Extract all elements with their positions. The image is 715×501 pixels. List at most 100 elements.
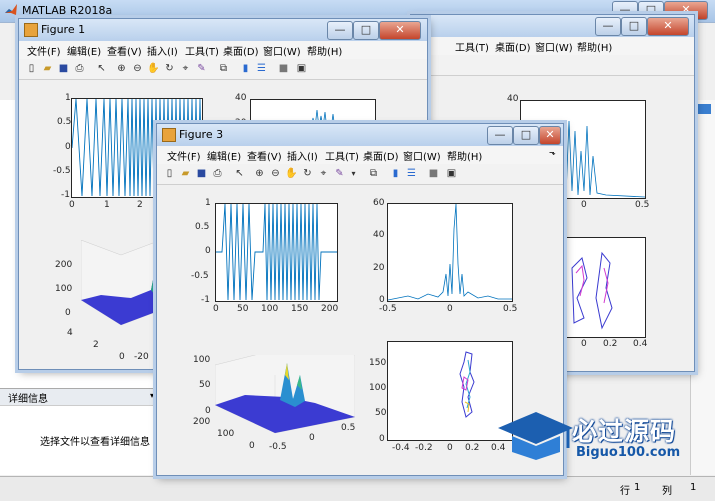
fig1-axes-surface[interactable] xyxy=(81,240,161,330)
brush-icon[interactable]: ✎ xyxy=(195,62,208,75)
details-message: 选择文件以查看详细信息 xyxy=(40,437,150,448)
print-icon[interactable]: ⎙ xyxy=(73,62,86,75)
pointer-icon[interactable]: ↖ xyxy=(95,62,108,75)
fig3-menu-insert[interactable]: 插入(I) xyxy=(287,148,318,163)
fig3-ax4-ytick: 50 xyxy=(375,408,387,418)
fig2-menu-tools[interactable]: 工具(T) xyxy=(455,39,489,54)
figure-3-title: Figure 3 xyxy=(179,128,224,141)
link-plot-icon[interactable]: ⧉ xyxy=(367,167,380,180)
link-plot-icon[interactable]: ⧉ xyxy=(217,62,230,75)
fig1-ytick: 2 xyxy=(93,340,99,350)
fig3-menu-file[interactable]: 文件(F) xyxy=(167,148,201,163)
fig1-menu-desktop[interactable]: 桌面(D) xyxy=(223,43,259,58)
fig3-spectrum-line xyxy=(388,204,512,301)
fig2-menu-desktop[interactable]: 桌面(D) xyxy=(495,39,531,54)
fig2-xtick: 0 xyxy=(581,200,587,210)
fig1-maximize-button[interactable]: □ xyxy=(353,21,379,40)
zoom-in-icon[interactable]: ⊕ xyxy=(253,167,266,180)
status-row-label: 行 xyxy=(620,486,630,497)
status-col-label: 列 xyxy=(662,486,672,497)
zoom-out-icon[interactable]: ⊖ xyxy=(269,167,282,180)
fig3-menu-tools[interactable]: 工具(T) xyxy=(325,148,359,163)
figure-1-titlebar[interactable]: Figure 1 — □ ✕ xyxy=(19,19,427,41)
hide-tools-icon[interactable]: ■ xyxy=(427,167,440,180)
zoom-out-icon[interactable]: ⊖ xyxy=(131,62,144,75)
fig1-menu-insert[interactable]: 插入(I) xyxy=(147,43,178,58)
fig1-menu-window[interactable]: 窗口(W) xyxy=(263,43,301,58)
legend-icon[interactable]: ☰ xyxy=(255,62,268,75)
fig2-maximize-button[interactable]: □ xyxy=(621,17,647,36)
fig1-ytick: 1 xyxy=(65,93,71,103)
fig3-menubar: 文件(F) 编辑(E) 查看(V) 插入(I) 工具(T) 桌面(D) 窗口(W… xyxy=(157,146,563,165)
fig2-close-button[interactable]: ✕ xyxy=(647,17,689,36)
fig2-menu-window[interactable]: 窗口(W) xyxy=(535,39,573,54)
fig3-ax1-ytick: 0.5 xyxy=(195,222,210,232)
zoom-in-icon[interactable]: ⊕ xyxy=(115,62,128,75)
save-icon[interactable]: ■ xyxy=(195,167,208,180)
brush-icon[interactable]: ✎ xyxy=(333,167,346,180)
panel-tab-icon[interactable] xyxy=(697,104,711,114)
colorbar-icon[interactable]: ▮ xyxy=(389,167,402,180)
colorbar-icon[interactable]: ▮ xyxy=(239,62,252,75)
fig3-ax3-ztick: 0 xyxy=(205,406,211,416)
fig2-minimize-button[interactable]: — xyxy=(595,17,621,36)
menubar-dock-arrow-icon[interactable]: ⬎ xyxy=(549,148,556,157)
fig3-axes-contour[interactable] xyxy=(387,341,513,441)
fig1-menu-tools[interactable]: 工具(T) xyxy=(185,43,219,58)
details-header[interactable]: 详细信息 ▾ xyxy=(0,388,160,406)
fig1-menu-help[interactable]: 帮助(H) xyxy=(307,43,342,58)
rotate-icon[interactable]: ↻ xyxy=(301,167,314,180)
fig3-axes-signal[interactable] xyxy=(215,203,338,302)
fig2-axes-contour[interactable] xyxy=(561,237,646,338)
pan-icon[interactable]: ✋ xyxy=(147,62,160,75)
fig2-menubar: 工具(T) 桌面(D) 窗口(W) 帮助(H) xyxy=(411,37,694,56)
chevron-down-icon[interactable]: ▾ xyxy=(150,391,154,400)
fig2-xtick: 0 xyxy=(581,339,587,349)
show-tools-icon[interactable]: ▣ xyxy=(295,62,308,75)
open-file-icon[interactable]: ▰ xyxy=(179,167,192,180)
fig3-ax1-xtick: 50 xyxy=(237,304,249,314)
fig1-minimize-button[interactable]: — xyxy=(327,21,353,40)
fig1-close-button[interactable]: ✕ xyxy=(379,21,421,40)
legend-icon[interactable]: ☰ xyxy=(405,167,418,180)
fig3-ax3-xtick: 0.5 xyxy=(341,423,356,433)
fig3-menu-desktop[interactable]: 桌面(D) xyxy=(363,148,399,163)
fig1-ytick: -0.5 xyxy=(53,166,71,176)
pointer-icon[interactable]: ↖ xyxy=(233,167,246,180)
fig3-axes-surface[interactable] xyxy=(215,355,355,453)
fig3-minimize-button[interactable]: — xyxy=(487,126,513,145)
fig3-axes-spectrum[interactable] xyxy=(387,203,513,302)
fig3-maximize-button[interactable]: □ xyxy=(513,126,539,145)
fig2-menu-help[interactable]: 帮助(H) xyxy=(577,39,612,54)
new-figure-icon[interactable]: ▯ xyxy=(163,167,176,180)
fig3-menu-edit[interactable]: 编辑(E) xyxy=(207,148,241,163)
fig3-ax2-ytick: 40 xyxy=(373,230,385,240)
data-cursor-icon[interactable]: ⌖ xyxy=(179,62,192,75)
new-figure-icon[interactable]: ▯ xyxy=(25,62,38,75)
fig3-ax4-xtick: -0.2 xyxy=(415,443,433,453)
hide-tools-icon[interactable]: ■ xyxy=(277,62,290,75)
open-file-icon[interactable]: ▰ xyxy=(41,62,54,75)
figure-icon xyxy=(162,128,176,142)
status-bar: 行 1 列 1 xyxy=(0,476,715,501)
fig3-close-button[interactable]: ✕ xyxy=(539,126,561,145)
data-cursor-icon[interactable]: ⌖ xyxy=(317,167,330,180)
fig1-menu-view[interactable]: 查看(V) xyxy=(107,43,142,58)
save-icon[interactable]: ■ xyxy=(57,62,70,75)
fig3-ax3-ytick: 0 xyxy=(249,441,255,451)
brush-dropdown-icon[interactable]: ▾ xyxy=(347,167,360,180)
rotate-icon[interactable]: ↻ xyxy=(163,62,176,75)
fig3-menu-window[interactable]: 窗口(W) xyxy=(403,148,441,163)
watermark-brand-cn: 必过源码 xyxy=(572,417,677,446)
figure-3-titlebar[interactable]: Figure 3 — □ ✕ xyxy=(157,124,563,146)
status-col-value: 1 xyxy=(690,482,697,493)
pan-icon[interactable]: ✋ xyxy=(285,167,298,180)
figure-2-titlebar[interactable]: — □ ✕ xyxy=(411,15,694,37)
fig3-menu-help[interactable]: 帮助(H) xyxy=(447,148,482,163)
show-tools-icon[interactable]: ▣ xyxy=(445,167,458,180)
graduation-cap-logo-icon xyxy=(498,412,573,460)
fig3-menu-view[interactable]: 查看(V) xyxy=(247,148,282,163)
print-icon[interactable]: ⎙ xyxy=(211,167,224,180)
fig1-menu-file[interactable]: 文件(F) xyxy=(27,43,61,58)
fig1-menu-edit[interactable]: 编辑(E) xyxy=(67,43,101,58)
